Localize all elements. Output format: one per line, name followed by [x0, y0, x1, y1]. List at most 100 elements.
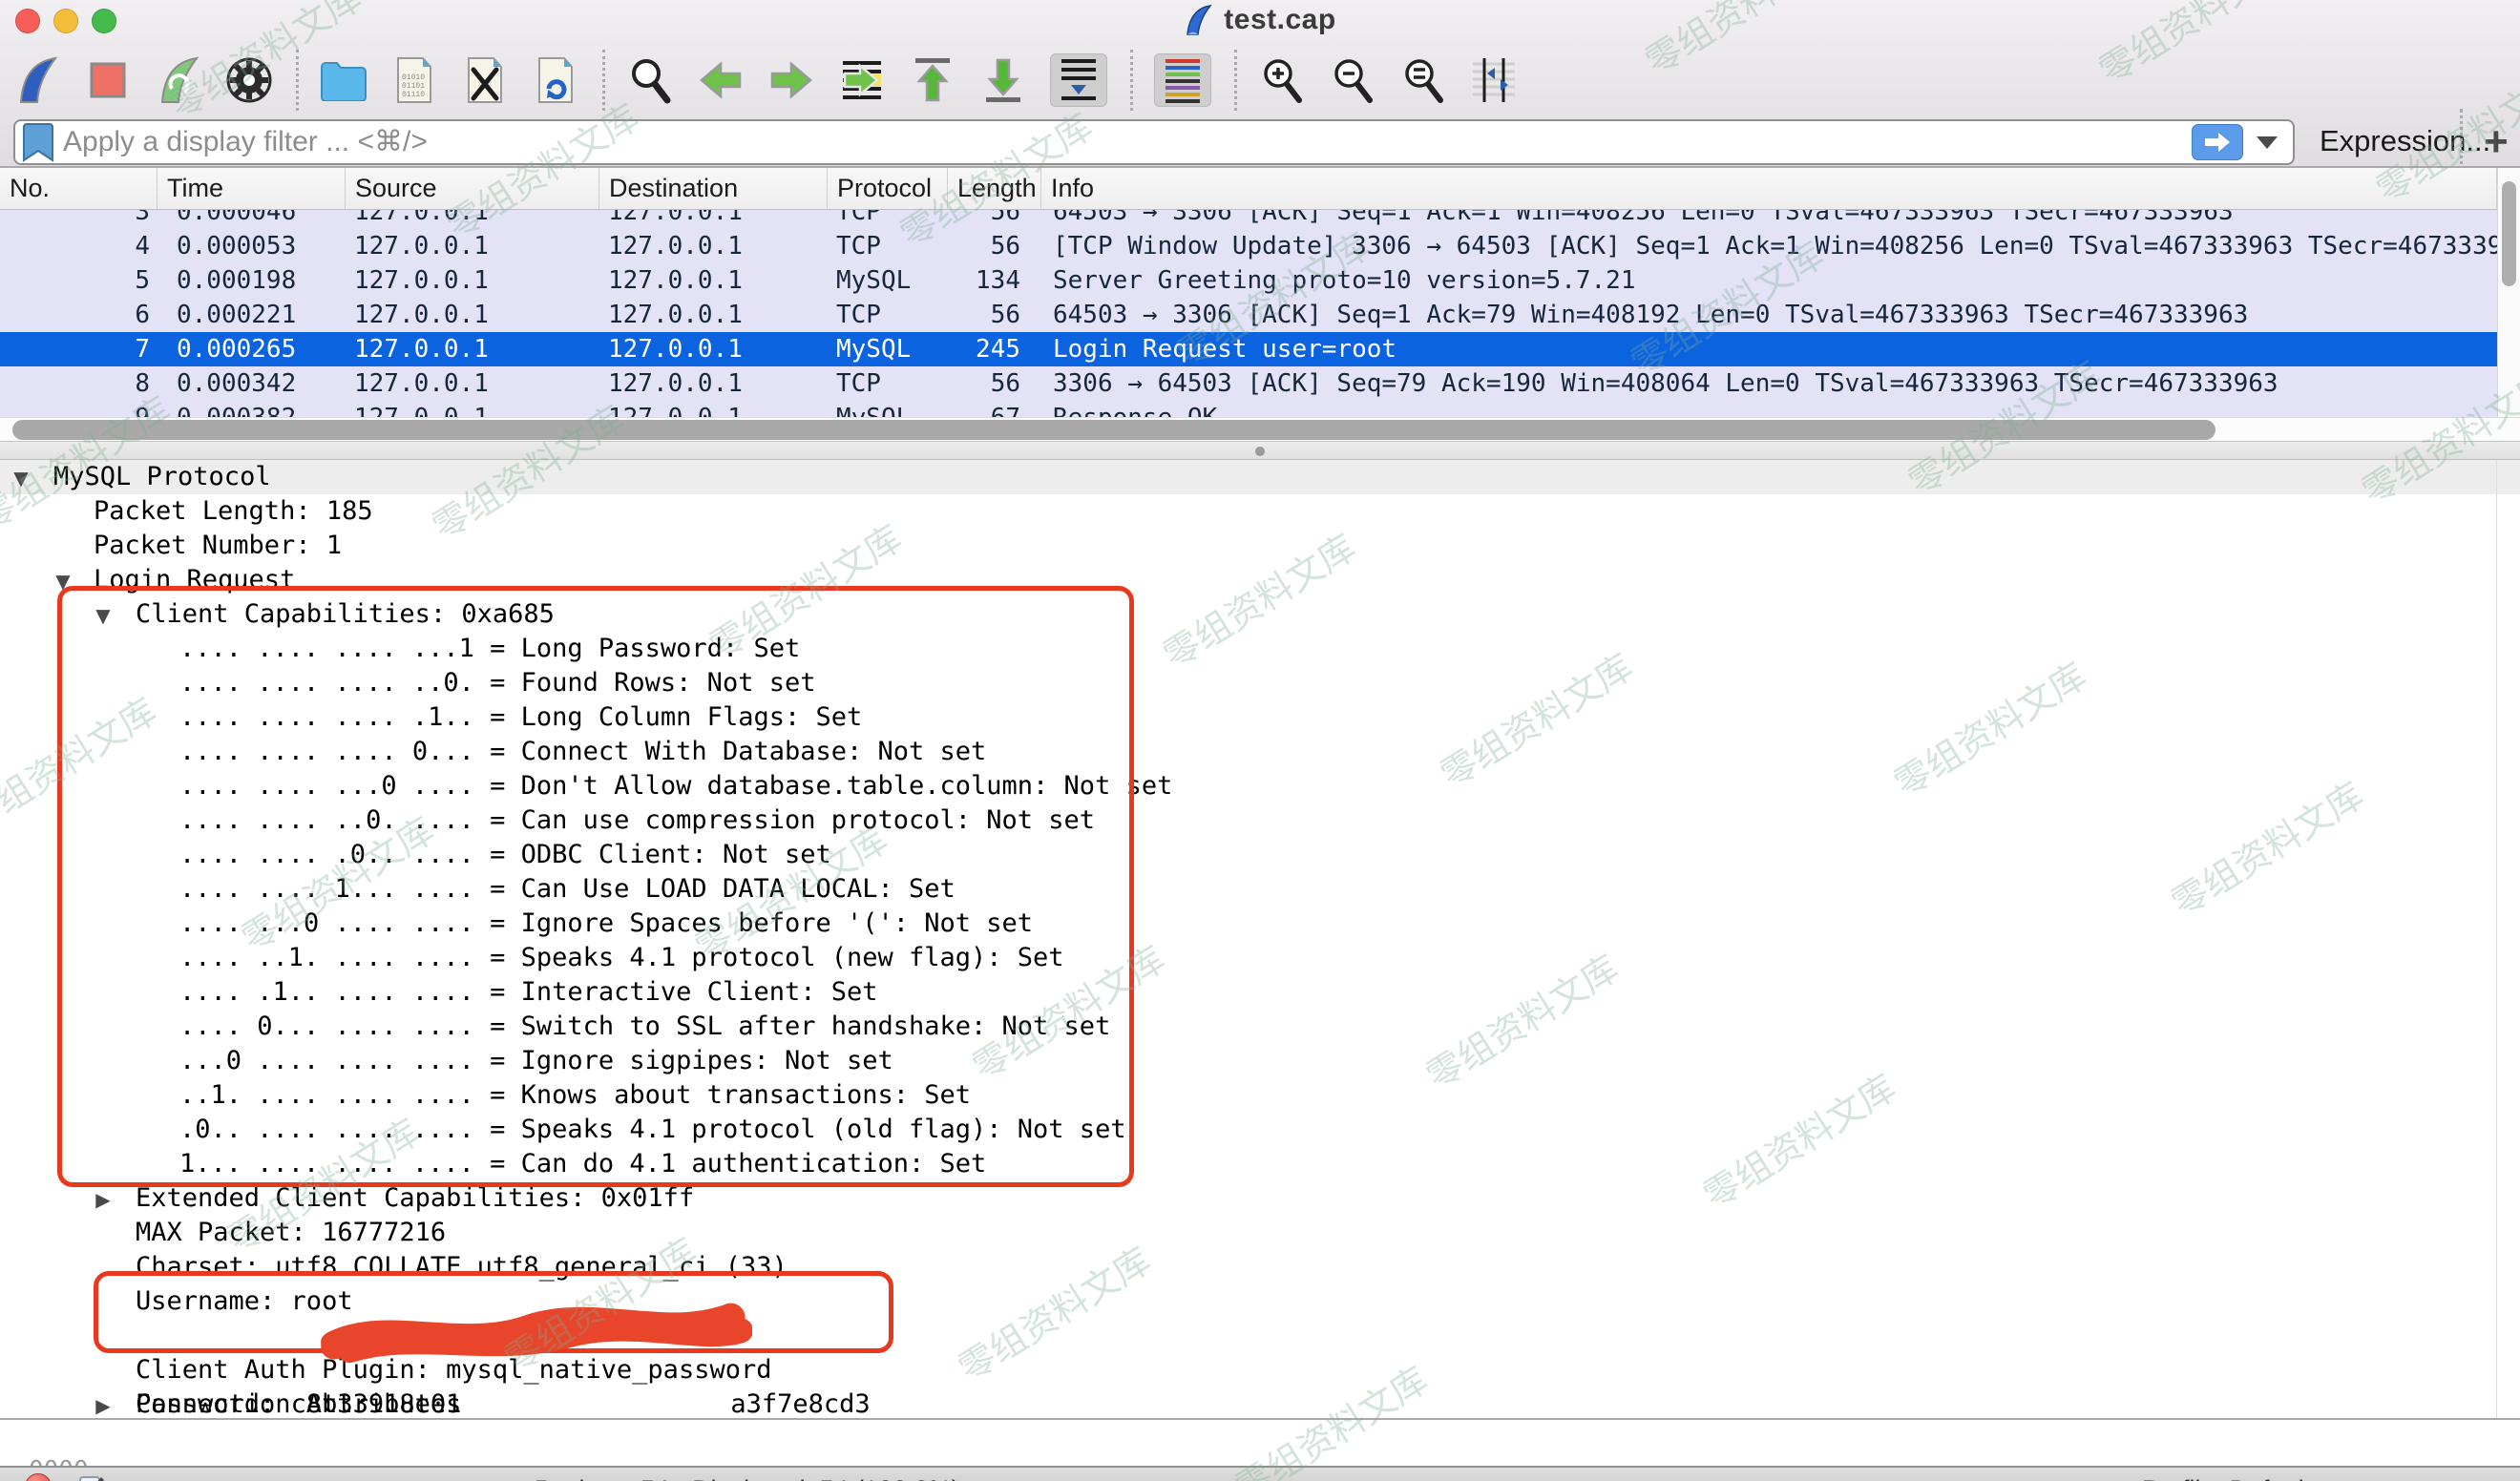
- pane-splitter[interactable]: [0, 441, 2520, 460]
- packet-row[interactable]: 80.000342127.0.0.1127.0.0.1TCP563306 → 6…: [0, 366, 2497, 401]
- display-filter-field[interactable]: [13, 119, 2295, 165]
- hex-dump-pane[interactable]: 0000 02 00 00 00 45 00 00 f1 00 00 40 00…: [0, 1418, 2520, 1466]
- tree-item-flag[interactable]: .... .... .... 0... = Connect With Datab…: [0, 735, 2520, 769]
- tree-item-password[interactable]: Password: c8b33918e01a3f7e8cd3: [0, 1319, 2520, 1353]
- colorize-icon: [1162, 56, 1204, 104]
- column-header-length[interactable]: Length: [948, 168, 1041, 209]
- go-last-packet-button[interactable]: [979, 53, 1027, 107]
- toolbar-separator: [1234, 50, 1237, 111]
- packet-row[interactable]: 30.000046127.0.0.1127.0.0.1TCP5664503 → …: [0, 210, 2497, 229]
- zoom-original-button[interactable]: [1399, 53, 1447, 107]
- tree-item-flag[interactable]: .... .... .... ..0. = Found Rows: Not se…: [0, 666, 2520, 700]
- go-back-button[interactable]: [697, 53, 745, 107]
- restart-capture-button[interactable]: [155, 53, 202, 107]
- goto-packet-icon: [839, 57, 885, 103]
- filter-bar: Expression... +: [0, 116, 2520, 168]
- go-to-packet-button[interactable]: [838, 53, 886, 107]
- tree-item-flag[interactable]: .... .... .... .1.. = Long Column Flags:…: [0, 700, 2520, 735]
- packet-list-horizontal-scrollbar[interactable]: [0, 417, 2520, 441]
- expand-arrow-icon[interactable]: ▼: [2, 461, 40, 495]
- add-filter-button[interactable]: +: [2484, 118, 2509, 166]
- column-header-protocol[interactable]: Protocol: [828, 168, 948, 209]
- zoom-out-button[interactable]: [1329, 53, 1376, 107]
- scrollbar-thumb[interactable]: [2502, 181, 2516, 286]
- start-capture-button[interactable]: [13, 53, 61, 107]
- tree-item-flag[interactable]: .... .... .0.. .... = ODBC Client: Not s…: [0, 838, 2520, 872]
- packet-list: 30.000046127.0.0.1127.0.0.1TCP5664503 → …: [0, 210, 2497, 417]
- tree-item-client-capabilities[interactable]: ▼Client Capabilities: 0xa685: [0, 597, 2520, 632]
- expand-arrow-icon[interactable]: ▶: [84, 1388, 122, 1418]
- packet-row-selected[interactable]: 70.000265127.0.0.1127.0.0.1MySQL245Login…: [0, 332, 2497, 366]
- resize-columns-button[interactable]: [1470, 53, 1518, 107]
- find-packet-button[interactable]: [626, 53, 674, 107]
- capture-comment-icon[interactable]: [78, 1473, 105, 1481]
- details-scrollbar-track: [2496, 460, 2497, 1418]
- tree-item-connection-attributes[interactable]: ▶Connection Attributes: [0, 1387, 2520, 1418]
- stop-capture-button[interactable]: [84, 53, 132, 107]
- tree-item-flag[interactable]: .... ...0 .... .... = Ignore Spaces befo…: [0, 907, 2520, 941]
- expand-arrow-icon[interactable]: ▼: [44, 564, 82, 598]
- capture-options-button[interactable]: [225, 53, 273, 107]
- tree-item-flag[interactable]: .... .1.. .... .... = Interactive Client…: [0, 975, 2520, 1010]
- packet-row[interactable]: 50.000198127.0.0.1127.0.0.1MySQL134Serve…: [0, 263, 2497, 298]
- expert-info-button[interactable]: [25, 1473, 52, 1481]
- expand-arrow-icon[interactable]: ▼: [84, 598, 122, 633]
- tree-item-flag[interactable]: .... .... ..0. .... = Can use compressio…: [0, 803, 2520, 838]
- packet-row[interactable]: 90.000382127.0.0.1127.0.0.1MySQL67Respon…: [0, 401, 2497, 417]
- tree-item-flag[interactable]: .... .... 1... .... = Can Use LOAD DATA …: [0, 872, 2520, 907]
- svg-text:01110: 01110: [402, 91, 425, 99]
- tree-item[interactable]: Packet Number: 1: [0, 529, 2520, 563]
- tree-item-flag[interactable]: .0.. .... .... .... = Speaks 4.1 protoco…: [0, 1113, 2520, 1147]
- stop-icon: [86, 58, 130, 102]
- tree-item-mysql-protocol[interactable]: ▼MySQL Protocol: [0, 460, 2520, 494]
- save-file-button[interactable]: 010100110101110: [390, 53, 438, 107]
- packet-row[interactable]: 60.000221127.0.0.1127.0.0.1TCP5664503 → …: [0, 298, 2497, 332]
- packet-list-vertical-scrollbar[interactable]: [2497, 168, 2520, 417]
- filter-history-chevron-icon[interactable]: [2257, 136, 2278, 149]
- zoom-in-button[interactable]: [1258, 53, 1306, 107]
- status-file-name: test.cap: [143, 1475, 234, 1481]
- scrollbar-thumb[interactable]: [12, 420, 2216, 440]
- tree-item-login-request[interactable]: ▼Login Request: [0, 563, 2520, 597]
- tree-item-flag[interactable]: ..1. .... .... .... = Knows about transa…: [0, 1078, 2520, 1113]
- bookmark-icon[interactable]: [23, 122, 53, 162]
- status-bar: test.cap Packets: 54 · Displayed: 54 (10…: [0, 1466, 2520, 1481]
- gear-icon: [225, 56, 273, 104]
- expand-arrow-icon[interactable]: ▶: [84, 1182, 122, 1217]
- apply-filter-button[interactable]: [2192, 124, 2243, 160]
- column-header-no[interactable]: No.: [0, 168, 158, 209]
- tree-item[interactable]: Charset: utf8 COLLATE utf8_general_ci (3…: [0, 1250, 2520, 1284]
- tree-item-flag[interactable]: 1... .... .... .... = Can do 4.1 authent…: [0, 1147, 2520, 1181]
- zoom-in-icon: [1259, 56, 1305, 104]
- tree-item-flag[interactable]: ...0 .... .... .... = Ignore sigpipes: N…: [0, 1044, 2520, 1078]
- go-forward-button[interactable]: [767, 53, 815, 107]
- zoom-out-icon: [1330, 56, 1376, 104]
- close-file-button[interactable]: [461, 53, 509, 107]
- column-header-info[interactable]: Info: [1041, 168, 2497, 209]
- expression-button[interactable]: Expression...: [2320, 124, 2490, 158]
- go-first-packet-button[interactable]: [909, 53, 956, 107]
- packet-row[interactable]: 40.000053127.0.0.1127.0.0.1TCP56[TCP Win…: [0, 229, 2497, 263]
- tree-item-extended-capabilities[interactable]: ▶Extended Client Capabilities: 0x01ff: [0, 1181, 2520, 1216]
- auto-scroll-button[interactable]: [1050, 53, 1107, 107]
- column-header-source[interactable]: Source: [346, 168, 599, 209]
- tree-item-flag[interactable]: .... 0... .... .... = Switch to SSL afte…: [0, 1010, 2520, 1044]
- tree-item[interactable]: Packet Length: 185: [0, 494, 2520, 529]
- splitter-handle[interactable]: [1255, 447, 1265, 456]
- open-file-button[interactable]: [320, 53, 368, 107]
- tree-item-flag[interactable]: .... ..1. .... .... = Speaks 4.1 protoco…: [0, 941, 2520, 975]
- column-header-time[interactable]: Time: [158, 168, 346, 209]
- colorize-button[interactable]: [1154, 53, 1211, 107]
- packet-list-header: No. Time Source Destination Protocol Len…: [0, 168, 2497, 210]
- first-packet-icon: [912, 56, 954, 104]
- zoom-original-icon: [1400, 56, 1446, 104]
- status-profile[interactable]: Profile: Default: [2142, 1475, 2311, 1481]
- display-filter-input[interactable]: [63, 126, 2192, 158]
- tree-item-flag[interactable]: .... .... .... ...1 = Long Password: Set: [0, 632, 2520, 666]
- column-header-destination[interactable]: Destination: [599, 168, 828, 209]
- reload-file-button[interactable]: [532, 53, 579, 107]
- tree-item-flag[interactable]: .... .... ...0 .... = Don't Allow databa…: [0, 769, 2520, 803]
- main-toolbar: 010100110101110: [0, 44, 1541, 116]
- binary-document-icon: 010100110101110: [396, 56, 432, 104]
- tree-item[interactable]: MAX Packet: 16777216: [0, 1216, 2520, 1250]
